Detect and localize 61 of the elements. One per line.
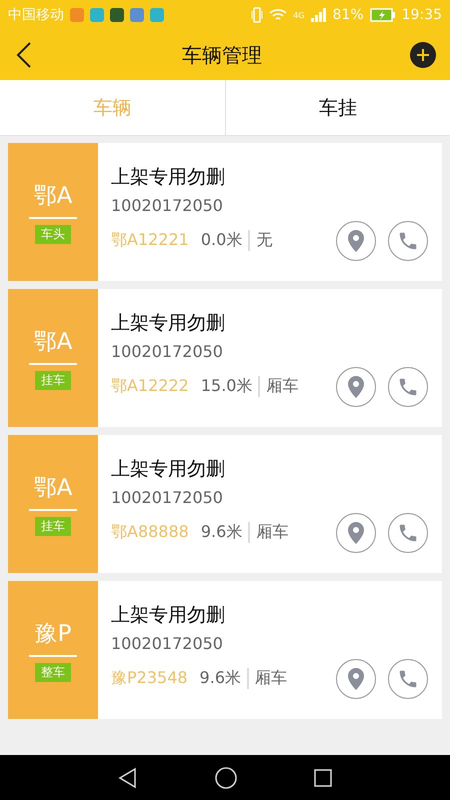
notification-icon xyxy=(130,8,144,22)
vehicle-length: 9.6米 xyxy=(200,668,249,689)
location-pin-icon xyxy=(347,374,365,398)
call-button[interactable] xyxy=(388,366,428,406)
body-type: 厢车 xyxy=(255,522,288,543)
body-type: 无 xyxy=(255,230,272,251)
body-type: 厢车 xyxy=(254,668,287,689)
vehicle-type-tag: 挂车 xyxy=(35,371,71,390)
region-label: 鄂A xyxy=(34,328,72,357)
notification-icon xyxy=(70,8,84,22)
location-pin-icon xyxy=(347,666,365,690)
vehicle-card[interactable]: 鄂A 挂车 上架专用勿删 10020172050 鄂A88888 9.6米 厢车 xyxy=(8,435,442,573)
vehicle-id: 10020172050 xyxy=(111,342,224,360)
vehicle-id: 10020172050 xyxy=(111,196,224,214)
location-button[interactable] xyxy=(336,366,376,406)
clock: 19:35 xyxy=(402,7,442,23)
plate-number: 鄂A88888 xyxy=(111,522,189,543)
vehicle-name: 上架专用勿删 xyxy=(111,602,226,628)
plate-number: 鄂A12221 xyxy=(111,230,189,251)
vehicle-length: 15.0米 xyxy=(200,376,260,397)
battery-icon xyxy=(370,8,396,22)
vehicle-id: 10020172050 xyxy=(111,634,224,652)
vehicle-type-tag: 车头 xyxy=(35,225,71,244)
page-title: 车辆管理 xyxy=(181,42,263,68)
location-pin-icon xyxy=(347,228,365,252)
home-icon[interactable] xyxy=(214,766,238,790)
vehicle-length: 0.0米 xyxy=(200,230,250,251)
notification-icon xyxy=(90,8,104,22)
location-button[interactable] xyxy=(336,658,376,698)
vehicle-id: 10020172050 xyxy=(111,488,224,506)
location-button[interactable] xyxy=(336,220,376,260)
vehicle-name: 上架专用勿删 xyxy=(111,310,226,336)
vehicle-type-tag: 整车 xyxy=(35,663,71,682)
location-pin-icon xyxy=(347,520,365,544)
wifi-icon xyxy=(269,8,288,22)
recent-apps-icon[interactable] xyxy=(312,768,333,788)
body-type: 厢车 xyxy=(265,376,298,397)
add-icon[interactable] xyxy=(410,42,436,68)
vehicle-length: 9.6米 xyxy=(200,522,250,543)
call-button[interactable] xyxy=(388,220,428,260)
vehicle-name: 上架专用勿删 xyxy=(111,164,226,190)
battery-label: 81% xyxy=(332,7,364,23)
vehicle-card[interactable]: 豫P 整车 上架专用勿删 10020172050 豫P23548 9.6米 厢车 xyxy=(8,581,442,719)
region-label: 鄂A xyxy=(34,474,72,503)
plate-number: 鄂A12222 xyxy=(111,376,189,397)
network-label: 4G xyxy=(293,10,305,20)
carrier-label: 中国移动 xyxy=(8,6,64,24)
notification-icon xyxy=(110,8,124,22)
plate-number: 豫P23548 xyxy=(111,668,188,689)
vehicle-name: 上架专用勿删 xyxy=(111,456,226,482)
vehicle-card[interactable]: 鄂A 车头 上架专用勿删 10020172050 鄂A12221 0.0米 无 xyxy=(8,143,442,281)
vibrate-icon xyxy=(251,7,264,23)
location-button[interactable] xyxy=(336,512,376,552)
call-button[interactable] xyxy=(388,658,428,698)
region-label: 豫P xyxy=(34,620,72,649)
vehicle-type-tag: 挂车 xyxy=(35,517,71,536)
notification-icon xyxy=(150,8,164,22)
region-label: 鄂A xyxy=(34,182,72,211)
vehicle-card[interactable]: 鄂A 挂车 上架专用勿删 10020172050 鄂A12222 15.0米 厢车 xyxy=(8,289,442,427)
call-button[interactable] xyxy=(388,512,428,552)
signal-icon xyxy=(310,8,327,22)
